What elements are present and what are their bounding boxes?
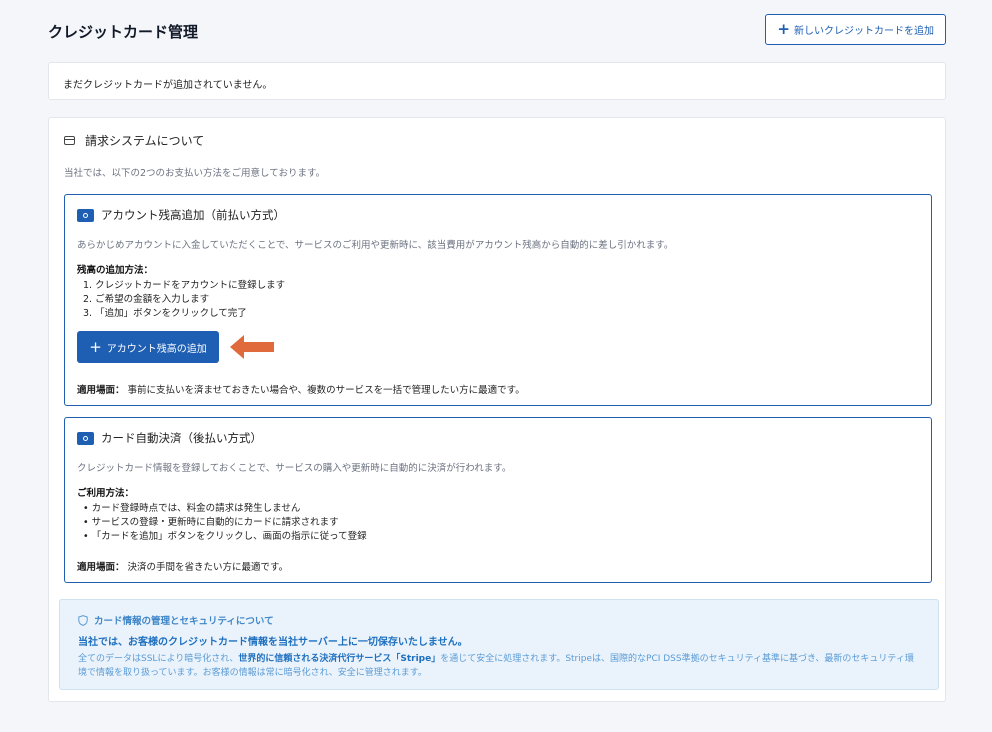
- method-prepaid-note-label: 適用場面：: [77, 385, 125, 396]
- billing-info-intro: 当社では、以下の2つのお支払い方法をご用意しております。: [64, 168, 326, 179]
- method-prepaid-description: あらかじめアカウントに入金していただくことで、サービスのご利用や更新時に、該当費…: [77, 240, 674, 251]
- method-auto-pay-note-text: 決済の手間を省きたい方に最適です。: [124, 562, 289, 573]
- security-header: カード情報の管理とセキュリティについて: [78, 613, 274, 627]
- empty-cards-message: まだクレジットカードが追加されていません。: [48, 62, 946, 100]
- method-auto-pay-steps: • カード登録時点では、料金の請求は発生しません • サービスの登録・更新時に自…: [77, 502, 367, 544]
- security-body-stripe: 世界的に信頼される決済代行サービス「Stripe」: [238, 654, 441, 664]
- add-account-balance-label: アカウント残高の追加: [106, 343, 207, 355]
- credit-card-icon: [64, 136, 75, 145]
- list-item: • サービスの登録・更新時に自動的にカードに請求されます: [83, 517, 339, 528]
- billing-info-panel: 請求システムについて 当社では、以下の2つのお支払い方法をご用意しております。 …: [48, 117, 946, 702]
- list-item: 1. クレジットカードをアカウントに登録します: [83, 280, 286, 291]
- method-prepaid-header: アカウント残高追加（前払い方式）: [77, 207, 285, 223]
- method-auto-pay-note: 適用場面： 決済の手間を省きたい方に最適です。: [77, 559, 288, 573]
- billing-info-header: 請求システムについて: [64, 132, 204, 149]
- method-prepaid-card: アカウント残高追加（前払い方式） あらかじめアカウントに入金していただくことで、…: [64, 194, 932, 406]
- security-notice: カード情報の管理とセキュリティについて 当社では、お客様のクレジットカード情報を…: [59, 599, 939, 690]
- add-credit-card-button[interactable]: + 新しいクレジットカードを追加: [765, 14, 946, 45]
- method-prepaid-note: 適用場面： 事前に支払いを済ませておきたい場合や、複数のサービスを一括で管理した…: [77, 382, 525, 396]
- list-item: • カード登録時点では、料金の請求は発生しません: [83, 503, 301, 514]
- method-auto-pay-description: クレジットカード情報を登録しておくことで、サービスの購入や更新時に自動的に決済が…: [77, 463, 512, 474]
- add-credit-card-label: 新しいクレジットカードを追加: [794, 26, 934, 37]
- shield-icon: [78, 614, 88, 626]
- method-prepaid-subheading: 残高の追加方法：: [77, 265, 154, 276]
- method-badge-icon: [77, 431, 94, 445]
- security-statement: 当社では、お客様のクレジットカード情報を当社サーバー上に一切保存いたしません。: [78, 637, 468, 648]
- security-title: カード情報の管理とセキュリティについて: [94, 616, 274, 627]
- method-auto-pay-title: カード自動決済（後払い方式）: [101, 431, 262, 445]
- plus-icon: +: [777, 20, 790, 38]
- billing-info-title: 請求システムについて: [85, 134, 205, 148]
- method-auto-pay-subheading: ご利用方法：: [77, 488, 135, 499]
- plus-icon: +: [89, 337, 102, 356]
- list-item: 3. 「追加」ボタンをクリックして完了: [83, 308, 247, 319]
- method-prepaid-note-text: 事前に支払いを済ませておきたい場合や、複数のサービスを一括で管理したい方に最適で…: [124, 385, 525, 396]
- add-account-balance-button[interactable]: + アカウント残高の追加: [77, 331, 219, 363]
- method-auto-pay-header: カード自動決済（後払い方式）: [77, 430, 262, 446]
- left-arrow-icon: [230, 335, 274, 359]
- method-badge-icon: [77, 208, 94, 222]
- list-item: 2. ご希望の金額を入力します: [83, 294, 210, 305]
- security-body: 全てのデータはSSLにより暗号化され、世界的に信頼される決済代行サービス「Str…: [78, 652, 918, 680]
- method-prepaid-title: アカウント残高追加（前払い方式）: [101, 208, 285, 222]
- list-item: • 「カードを追加」ボタンをクリックし、画面の指示に従って登録: [83, 531, 367, 542]
- method-auto-pay-note-label: 適用場面：: [77, 562, 125, 573]
- page-header: クレジットカード管理 + 新しいクレジットカードを追加: [48, 14, 946, 46]
- method-auto-pay-card: カード自動決済（後払い方式） クレジットカード情報を登録しておくことで、サービス…: [64, 417, 932, 583]
- method-prepaid-steps: 1. クレジットカードをアカウントに登録します 2. ご希望の金額を入力します …: [77, 279, 285, 321]
- security-body-part1: 全てのデータはSSLにより暗号化され、: [78, 654, 239, 664]
- page-title: クレジットカード管理: [48, 23, 199, 41]
